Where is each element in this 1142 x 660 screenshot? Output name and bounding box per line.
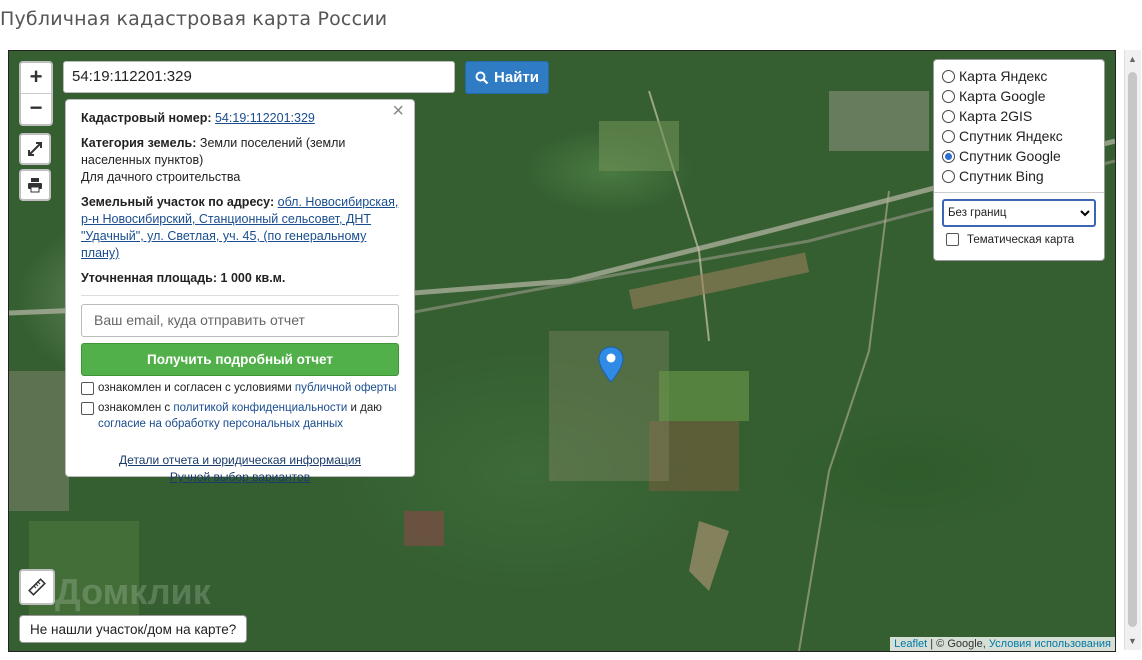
search-button-label: Найти [494, 69, 539, 86]
scroll-down-icon[interactable]: ▼ [1128, 636, 1137, 646]
layer-option-label: Карта Яндекс [959, 68, 1048, 84]
terms-link[interactable]: Условия использования [989, 638, 1111, 650]
parcel-area-value: 1 000 кв.м. [220, 271, 286, 285]
layer-radio[interactable] [942, 169, 955, 183]
offer-text: ознакомлен и согласен с условиями публич… [98, 380, 397, 396]
layer-radio[interactable] [942, 149, 955, 163]
layer-radio[interactable] [942, 109, 955, 123]
layer-option[interactable]: Спутник Яндекс [942, 126, 1096, 146]
search-icon [475, 71, 489, 84]
layer-option-label: Карта 2GIS [959, 108, 1033, 124]
ruler-button[interactable] [19, 569, 55, 605]
divider [81, 295, 399, 296]
privacy-text-plain: ознакомлен с [98, 402, 171, 414]
parcel-info-panel: × Кадастровый номер: 54:19:112201:329 Ка… [65, 99, 415, 484]
layer-options: Карта Яндекс Карта Google Карта 2GIS Спутни… [942, 66, 1096, 186]
watermark: Домклик [55, 571, 211, 612]
satellite-map[interactable]: Домклик + − 54:19:112201:329 Найти × Кад… [8, 50, 1116, 652]
parcel-address: Земельный участок по адресу: обл. Новоси… [81, 194, 399, 262]
offer-agreement-row: ознакомлен и согласен с условиями публич… [81, 380, 399, 396]
report-details-link[interactable]: Детали отчета и юридическая информация [119, 453, 361, 467]
page-scrollbar[interactable]: ▲ ▼ [1124, 50, 1141, 650]
get-report-button[interactable]: Получить подробный отчет [81, 343, 399, 376]
search-input-value: 54:19:112201:329 [72, 68, 192, 85]
manual-selection-link[interactable]: Ручной выбор вариантов [170, 470, 310, 484]
offer-checkbox[interactable] [81, 382, 94, 395]
fullscreen-button[interactable] [19, 133, 51, 165]
layer-radio[interactable] [942, 89, 955, 103]
map-marker[interactable] [598, 346, 624, 389]
layer-option[interactable]: Карта 2GIS [942, 106, 1096, 126]
public-offer-link[interactable]: публичной оферты [295, 382, 397, 394]
zoom-out-button[interactable]: − [21, 94, 51, 124]
map-attribution: Leaflet | © Google, Условия использовани… [890, 637, 1115, 651]
layer-radio[interactable] [942, 129, 955, 143]
layer-option[interactable]: Карта Google [942, 86, 1096, 106]
not-found-button[interactable]: Не нашли участок/дом на карте? [19, 615, 248, 643]
thematic-checkbox[interactable] [946, 233, 959, 246]
report-links: Детали отчета и юридическая информация Р… [81, 452, 399, 486]
parcel-address-label: Земельный участок по адресу: [81, 195, 275, 209]
layer-option[interactable]: Спутник Google [942, 146, 1096, 166]
email-placeholder: Ваш email, куда отправить отчет [94, 312, 305, 328]
expand-icon [28, 142, 42, 156]
privacy-policy-link[interactable]: политикой конфиденциальности [173, 402, 347, 414]
borders-select[interactable]: Без границ [942, 199, 1096, 227]
parcel-area-label: Уточненная площадь: [81, 271, 218, 285]
privacy-text: ознакомлен с политикой конфиденциальност… [98, 400, 399, 432]
personal-data-consent-link[interactable]: согласие на обработку персональных данны… [98, 418, 343, 430]
ruler-icon [28, 578, 46, 596]
privacy-checkbox[interactable] [81, 402, 94, 415]
close-icon[interactable]: × [392, 101, 404, 121]
chevron-down-icon [1080, 210, 1090, 217]
land-category: Категория земель: Земли поселений (земли… [81, 135, 399, 169]
land-use: Для дачного строительства [81, 170, 241, 184]
search-button[interactable]: Найти [465, 61, 549, 94]
layer-radio[interactable] [942, 69, 955, 83]
offer-text-plain: ознакомлен и согласен с условиями [98, 382, 292, 394]
attribution-text: | © Google, [927, 638, 989, 650]
layer-option-label: Спутник Google [959, 148, 1061, 164]
layer-divider [934, 192, 1104, 193]
privacy-text-mid: и даю [350, 402, 382, 414]
layer-option-label: Спутник Bing [959, 168, 1044, 184]
email-field[interactable]: Ваш email, куда отправить отчет [81, 304, 399, 337]
location-pin-icon [598, 346, 624, 383]
scroll-thumb[interactable] [1128, 72, 1137, 627]
zoom-in-button[interactable]: + [21, 63, 51, 94]
privacy-agreement-row: ознакомлен с политикой конфиденциальност… [81, 400, 399, 432]
layer-switcher: Карта Яндекс Карта Google Карта 2GIS Спутни… [933, 59, 1105, 261]
leaflet-link[interactable]: Leaflet [894, 638, 927, 650]
page-title: Публичная кадастровая карта России [0, 8, 388, 30]
print-button[interactable] [19, 169, 51, 201]
layer-option[interactable]: Карта Яндекс [942, 66, 1096, 86]
layer-option-label: Спутник Яндекс [959, 128, 1063, 144]
layer-option-label: Карта Google [959, 88, 1046, 104]
parcel-area: Уточненная площадь: 1 000 кв.м. [81, 270, 399, 287]
cadastral-number: Кадастровый номер: 54:19:112201:329 [81, 110, 399, 127]
thematic-map-option[interactable]: Тематическая карта [942, 233, 1096, 246]
scroll-up-icon[interactable]: ▲ [1128, 54, 1137, 64]
search-input[interactable]: 54:19:112201:329 [63, 61, 455, 93]
printer-icon [28, 178, 42, 193]
cadastral-number-label: Кадастровый номер: [81, 111, 212, 125]
borders-select-value: Без границ [948, 207, 1007, 219]
thematic-label: Тематическая карта [967, 233, 1075, 246]
land-category-label: Категория земель: [81, 136, 197, 150]
zoom-control: + − [19, 61, 53, 126]
cadastral-number-link[interactable]: 54:19:112201:329 [215, 111, 315, 125]
layer-option[interactable]: Спутник Bing [942, 166, 1096, 186]
